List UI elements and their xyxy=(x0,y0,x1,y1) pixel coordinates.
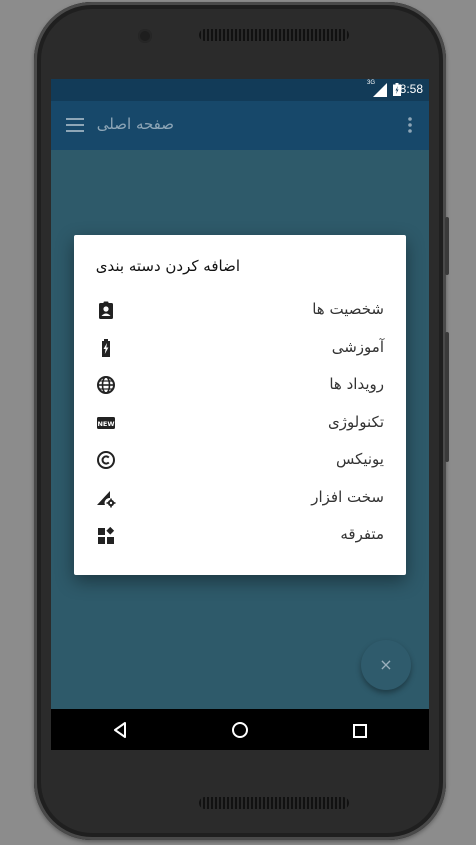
navigation-bar xyxy=(51,709,429,750)
power-button xyxy=(445,332,449,462)
add-category-dialog: اضافه کردن دسته بندی شخصیت ها آموزشی روی… xyxy=(74,235,406,575)
app-bar: صفحه اصلی xyxy=(51,101,429,150)
category-label: رویداد ها xyxy=(329,375,384,393)
copyright-icon xyxy=(97,451,115,469)
fab-close-button[interactable]: × xyxy=(361,640,411,690)
more-vert-icon[interactable] xyxy=(408,117,412,133)
dialog-title: اضافه کردن دسته بندی xyxy=(95,257,240,275)
person-badge-icon xyxy=(99,301,113,319)
category-item-hardware[interactable]: سخت افزار xyxy=(74,479,406,516)
category-item-misc[interactable]: متفرقه xyxy=(74,516,406,553)
battery-charging-icon xyxy=(102,339,110,357)
close-icon: × xyxy=(379,655,393,674)
signal-settings-icon xyxy=(97,491,116,508)
back-icon[interactable] xyxy=(113,722,127,738)
page-title: صفحه اصلی xyxy=(96,115,174,133)
category-item-unix[interactable]: یونیکس xyxy=(74,441,406,478)
category-item-technology[interactable]: NEW تکنولوژی xyxy=(74,404,406,441)
signal-icon xyxy=(373,83,387,97)
category-item-events[interactable]: رویداد ها xyxy=(74,366,406,403)
globe-icon xyxy=(97,376,115,394)
category-label: تکنولوژی xyxy=(327,413,384,431)
widgets-icon xyxy=(98,526,115,544)
status-time: 8:58 xyxy=(399,82,423,96)
category-item-education[interactable]: آموزشی xyxy=(74,329,406,366)
category-label: آموزشی xyxy=(331,338,384,356)
home-icon[interactable] xyxy=(232,722,248,738)
category-label: متفرقه xyxy=(340,525,384,543)
front-camera xyxy=(138,29,152,43)
svg-text:NEW: NEW xyxy=(97,420,114,428)
recents-icon[interactable] xyxy=(353,724,367,738)
category-item-people[interactable]: شخصیت ها xyxy=(74,291,406,328)
top-speaker xyxy=(199,29,349,41)
category-label: شخصیت ها xyxy=(312,300,384,318)
hamburger-menu-icon[interactable] xyxy=(66,118,84,132)
bottom-speaker xyxy=(199,797,349,809)
status-bar: 3G 8:58 xyxy=(51,79,429,101)
category-label: یونیکس xyxy=(335,450,384,468)
volume-button xyxy=(445,217,449,275)
new-badge-icon: NEW xyxy=(97,417,115,429)
category-label: سخت افزار xyxy=(311,488,384,506)
